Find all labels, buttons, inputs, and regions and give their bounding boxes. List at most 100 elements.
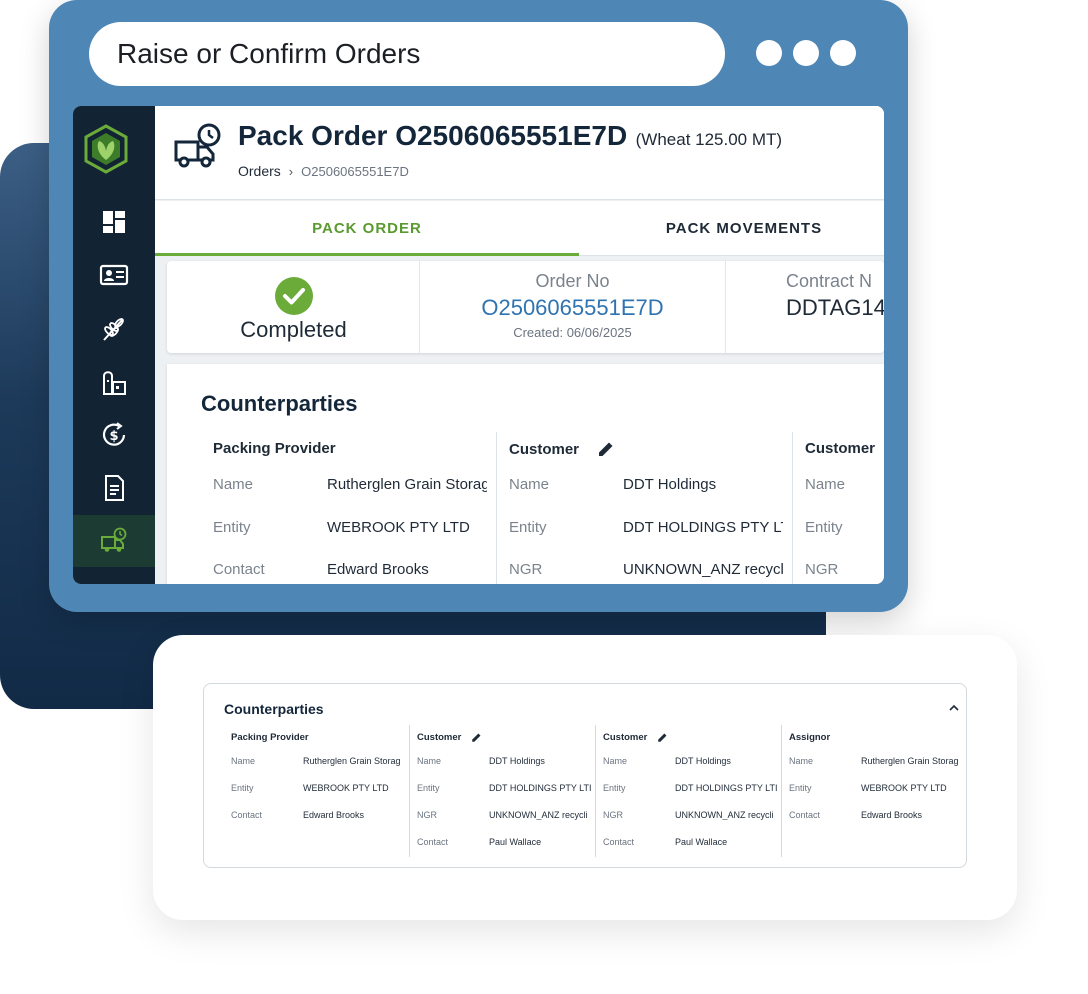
dashboard-icon <box>103 211 125 233</box>
sidebar-item-contacts[interactable] <box>73 249 155 301</box>
wheat-icon <box>103 318 124 341</box>
window-dot[interactable] <box>830 40 856 66</box>
counterparty-heading: Customer <box>509 440 615 458</box>
row-value: DDT HOLDINGS PTY LTI <box>623 519 783 536</box>
heading-text: Customer <box>509 440 580 458</box>
order-no-cell: Order No O2506065551E7D Created: 06/06/2… <box>420 261 726 353</box>
row-label: NGR <box>805 561 839 578</box>
row-label: Name <box>789 756 814 766</box>
row-label: Entity <box>417 783 440 793</box>
truck-clock-icon <box>101 527 127 552</box>
row-value: DDT Holdings <box>675 756 731 766</box>
tab-pack-order[interactable]: PACK ORDER <box>155 201 579 256</box>
sidebar-item-dashboard[interactable] <box>73 196 155 248</box>
counterparty-heading: Customer <box>417 732 482 743</box>
document-icon <box>105 475 124 501</box>
sidebar-item-sites[interactable] <box>73 356 155 408</box>
order-commodity: (Wheat 125.00 MT) <box>635 130 783 149</box>
app-logo-icon[interactable] <box>83 124 129 174</box>
heading-text: Customer <box>417 732 462 743</box>
svg-text:$: $ <box>109 429 118 444</box>
row-label: Name <box>603 756 628 766</box>
contract-cell: Contract N DDTAG14 <box>726 261 884 353</box>
contract-label: Contract N <box>786 271 873 291</box>
sidebar-item-documents[interactable] <box>73 462 155 514</box>
counterparty-customer: Customer Name DDT Holdings Entity DDT HOLD… <box>410 725 596 857</box>
row-value: Rutherglen Grain Storag <box>861 756 959 766</box>
created-date: Created: 06/06/2025 <box>513 325 632 340</box>
contact-card-icon <box>99 264 129 286</box>
breadcrumb-current: O2506065551E7D <box>301 163 409 179</box>
counterparties-card-expanded: Counterparties Packing Provider Name Ruth… <box>203 683 967 868</box>
sidebar-item-pack-orders[interactable] <box>73 515 155 567</box>
row-value: Rutherglen Grain Storag <box>303 756 401 766</box>
row-value: Paul Wallace <box>675 837 728 847</box>
address-bar[interactable]: Raise or Confirm Orders <box>89 22 725 86</box>
main-content: Pack Order O2506065551E7D (Wheat 125.00 … <box>155 106 884 584</box>
pack-order-icon <box>174 123 221 168</box>
row-value: WEBROOK PTY LTD <box>303 783 389 793</box>
edit-pencil-icon[interactable] <box>657 732 668 743</box>
row-value: UNKNOWN_ANZ recycli <box>675 810 774 820</box>
tab-bar: PACK ORDER PACK MOVEMENTS <box>155 201 884 256</box>
status-cell: Completed <box>167 261 420 353</box>
status-label: Completed <box>240 317 347 342</box>
counterparty-heading: Customer <box>603 732 668 743</box>
order-no-label: Order No <box>535 271 610 291</box>
page-title: Pack Order O2506065551E7D (Wheat 125.00 … <box>238 120 782 152</box>
edit-pencil-icon[interactable] <box>597 440 615 458</box>
silo-icon <box>103 371 126 395</box>
counterparties-card: Counterparties Packing Provider Name Rut… <box>167 364 884 584</box>
row-label: Contact <box>231 810 263 820</box>
counterparty-packing-provider: Packing Provider Name Rutherglen Grain St… <box>224 725 410 857</box>
row-label: Entity <box>603 783 626 793</box>
row-label: Entity <box>789 783 812 793</box>
row-label: Name <box>417 756 442 766</box>
tab-pack-movements[interactable]: PACK MOVEMENTS <box>579 201 884 256</box>
row-value: Rutherglen Grain Storag <box>327 476 487 493</box>
row-value: Edward Brooks <box>327 561 429 578</box>
row-value: Paul Wallace <box>489 837 542 847</box>
browser-window: Raise or Confirm Orders $ Pack Order O25… <box>49 0 908 612</box>
counterparty-heading: Packing Provider <box>231 732 309 743</box>
row-value: UNKNOWN_ANZ recycli <box>489 810 588 820</box>
counterparty-packing-provider: Packing Provider Name Rutherglen Grain S… <box>201 432 497 584</box>
heading-text: Customer <box>603 732 648 743</box>
dollar-cycle-icon: $ <box>102 422 126 446</box>
window-controls <box>756 40 856 66</box>
breadcrumb: Orders › O2506065551E7D <box>238 163 409 179</box>
counterparties-title: Counterparties <box>201 391 358 416</box>
zoomed-panel: Counterparties Packing Provider Name Ruth… <box>153 635 1017 920</box>
row-label: Entity <box>213 519 251 536</box>
counterparties-title: Counterparties <box>224 701 324 717</box>
counterparty-customer-2: Customer Name DDT Holdings Entity DDT HOLD… <box>596 725 782 857</box>
chevron-right-icon: › <box>288 163 294 179</box>
window-dot[interactable] <box>756 40 782 66</box>
row-value: DDT Holdings <box>623 476 717 493</box>
counterparty-heading: Customer <box>805 440 876 457</box>
sidebar: $ <box>73 106 155 584</box>
row-value: Edward Brooks <box>303 810 365 820</box>
row-value: DDT HOLDINGS PTY LTI <box>675 783 778 793</box>
row-label: Contact <box>603 837 635 847</box>
window-dot[interactable] <box>793 40 819 66</box>
order-no-value[interactable]: O2506065551E7D <box>420 295 725 321</box>
row-value: DDT HOLDINGS PTY LTI <box>489 783 592 793</box>
row-label: Name <box>509 476 550 493</box>
counterparty-heading: Assignor <box>789 732 831 743</box>
edit-pencil-icon[interactable] <box>471 732 482 743</box>
row-label: Entity <box>805 519 843 536</box>
sidebar-item-finance[interactable]: $ <box>73 409 155 461</box>
row-label: Contact <box>417 837 449 847</box>
row-label: NGR <box>417 810 437 820</box>
row-label: Contact <box>213 561 265 578</box>
row-value: Edward Brooks <box>861 810 923 820</box>
contract-value[interactable]: DDTAG14 <box>786 295 884 321</box>
row-label: Name <box>231 756 256 766</box>
breadcrumb-orders-link[interactable]: Orders <box>238 163 281 179</box>
row-value: DDT Holdings <box>489 756 545 766</box>
chevron-up-icon[interactable] <box>948 703 960 713</box>
sidebar-item-commodities[interactable] <box>73 302 155 354</box>
counterparty-heading: Packing Provider <box>213 440 336 457</box>
row-label: NGR <box>509 561 543 578</box>
